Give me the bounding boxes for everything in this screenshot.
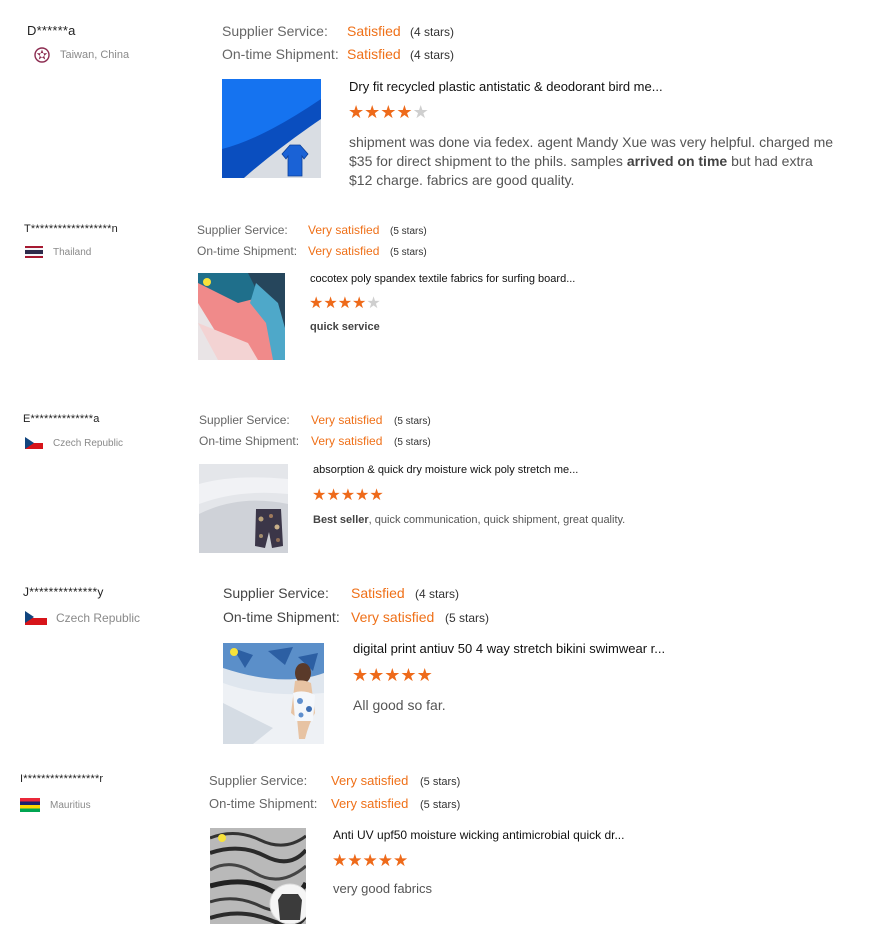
- review-item: E**************a Czech Republic Supplier…: [0, 390, 869, 570]
- review-comment: very good fabrics: [333, 881, 432, 896]
- buyer-country: Czech Republic: [25, 611, 140, 625]
- thailand-flag-icon: [25, 246, 43, 258]
- country-name: Mauritius: [50, 799, 91, 811]
- star-icon: ★: [366, 293, 381, 312]
- buyer-country: Thailand: [25, 246, 91, 258]
- review-comment: All good so far.: [353, 697, 446, 713]
- star-icon: ★: [355, 485, 370, 504]
- product-rating-stars: ★ ★ ★ ★ ★: [309, 295, 381, 311]
- product-thumbnail[interactable]: [223, 643, 324, 744]
- star-icon: ★: [369, 485, 384, 504]
- star-icon: ★: [348, 102, 365, 123]
- review-item: D******a Taiwan, China Supplier Service:…: [0, 0, 869, 200]
- on-time-shipment-rating: On-time Shipment: Very satisfied (5 star…: [223, 609, 490, 625]
- star-icon: ★: [323, 293, 338, 312]
- country-name: Taiwan, China: [60, 49, 130, 61]
- czech-flag-icon: [25, 437, 43, 449]
- star-icon: ★: [393, 851, 409, 871]
- star-icon: ★: [368, 665, 385, 686]
- taiwan-emblem-icon: [34, 47, 50, 63]
- buyer-country: Taiwan, China: [28, 47, 129, 63]
- supplier-service-rating: Supplier Service: Very satisfied (5 star…: [209, 773, 461, 788]
- star-icon: ★: [332, 851, 348, 871]
- product-thumbnail[interactable]: [199, 464, 288, 553]
- product-title[interactable]: digital print antiuv 50 4 way stretch bi…: [353, 641, 665, 656]
- star-icon: ★: [340, 485, 356, 504]
- star-icon: ★: [412, 102, 429, 123]
- star-icon: ★: [416, 665, 433, 686]
- review-comment: quick service: [310, 321, 380, 333]
- star-icon: ★: [400, 665, 417, 686]
- product-thumbnail[interactable]: [198, 273, 285, 360]
- buyer-country: Czech Republic: [25, 437, 123, 449]
- product-rating-stars: ★ ★ ★ ★ ★: [352, 667, 433, 685]
- star-icon: ★: [384, 665, 401, 686]
- supplier-service-rating: Supplier Service: Very satisfied (5 star…: [197, 223, 427, 237]
- star-icon: ★: [352, 293, 367, 312]
- buyer-name: E**************a: [23, 413, 100, 425]
- star-icon: ★: [396, 102, 413, 123]
- review-comment: shipment was done via fedex. agent Mandy…: [349, 134, 834, 188]
- supplier-service-rating: Supplier Service: Very satisfied (5 star…: [199, 413, 431, 427]
- star-icon: ★: [380, 102, 397, 123]
- supplier-service-rating: Supplier Service: Satisfied (4 stars): [222, 23, 455, 39]
- mauritius-flag-icon: [20, 798, 40, 812]
- product-title[interactable]: Anti UV upf50 moisture wicking antimicro…: [333, 828, 624, 842]
- product-title[interactable]: cocotex poly spandex textile fabrics for…: [310, 273, 575, 285]
- product-title[interactable]: absorption & quick dry moisture wick pol…: [313, 464, 578, 476]
- review-comment: Best seller, quick communication, quick …: [313, 514, 626, 526]
- buyer-name: J**************y: [23, 585, 104, 599]
- star-icon: ★: [362, 851, 378, 871]
- star-icon: ★: [347, 851, 363, 871]
- star-icon: ★: [326, 485, 341, 504]
- country-name: Czech Republic: [56, 611, 141, 625]
- buyer-country: Mauritius: [20, 798, 91, 812]
- product-thumbnail[interactable]: [210, 828, 306, 924]
- product-rating-stars: ★ ★ ★ ★ ★: [312, 487, 384, 503]
- buyer-name: T******************n: [24, 223, 118, 235]
- country-name: Czech Republic: [53, 437, 124, 449]
- star-icon: ★: [364, 102, 381, 123]
- on-time-shipment-rating: On-time Shipment: Satisfied (4 stars): [222, 46, 455, 62]
- star-icon: ★: [352, 665, 369, 686]
- product-rating-stars: ★ ★ ★ ★ ★: [348, 104, 429, 122]
- review-item: T******************n Thailand Supplier S…: [0, 200, 869, 390]
- product-title[interactable]: Dry fit recycled plastic antistatic & de…: [349, 79, 663, 94]
- product-thumbnail[interactable]: [222, 79, 321, 178]
- star-icon: ★: [337, 293, 353, 312]
- product-rating-stars: ★ ★ ★ ★ ★: [332, 853, 408, 870]
- review-item: I*****************r Mauritius Supplier S…: [0, 760, 869, 941]
- star-icon: ★: [309, 293, 324, 312]
- on-time-shipment-rating: On-time Shipment: Very satisfied (5 star…: [199, 434, 431, 448]
- czech-flag-icon: [25, 611, 47, 625]
- buyer-name: I*****************r: [20, 773, 104, 785]
- star-icon: ★: [312, 485, 327, 504]
- supplier-service-rating: Supplier Service: Satisfied (4 stars): [223, 585, 460, 601]
- on-time-shipment-rating: On-time Shipment: Very satisfied (5 star…: [209, 796, 461, 811]
- country-name: Thailand: [53, 246, 92, 258]
- on-time-shipment-rating: On-time Shipment: Very satisfied (5 star…: [197, 244, 427, 258]
- star-icon: ★: [377, 851, 393, 871]
- review-item: J**************y Czech Republic Supplier…: [0, 570, 869, 760]
- buyer-name: D******a: [27, 23, 76, 38]
